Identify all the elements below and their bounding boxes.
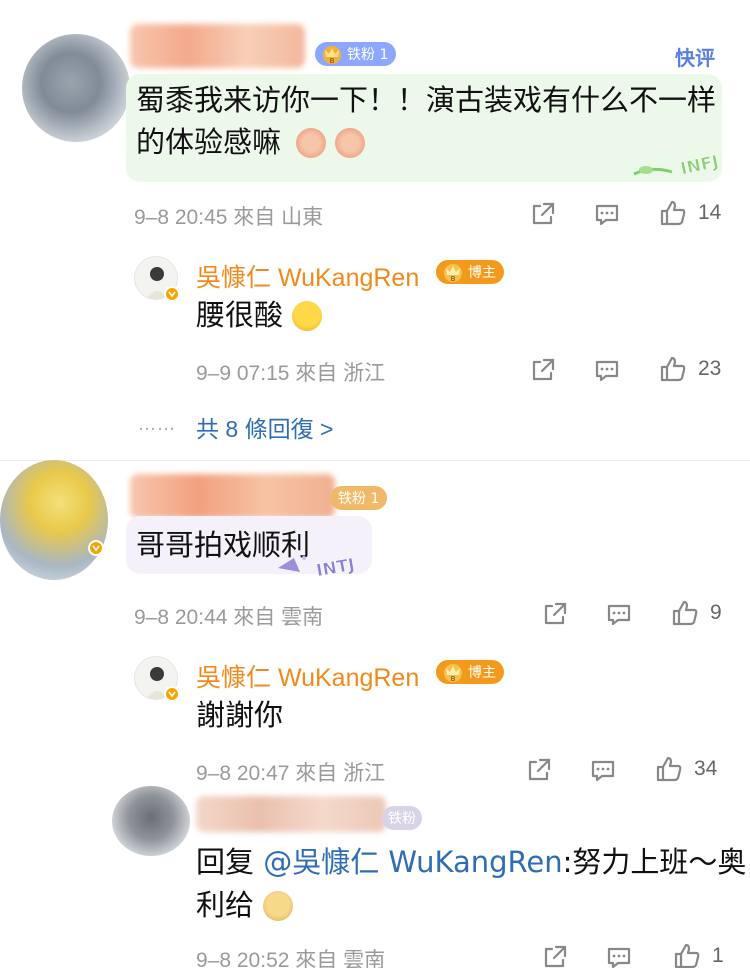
fan-badge: 铁粉 — [382, 806, 422, 830]
like-count: 9 — [710, 601, 722, 624]
comment-icon[interactable] — [604, 599, 634, 629]
mbti-sticker: INTJ — [272, 546, 376, 582]
commenter-avatar[interactable] — [0, 460, 108, 580]
reply2-prefix: 回复 — [196, 845, 264, 879]
host-badge: B 博主 — [436, 660, 504, 684]
like-icon[interactable] — [672, 941, 702, 968]
commenter-name-blurred[interactable] — [130, 474, 335, 518]
comment-meta: 9–8 20:45 來自 山東 — [134, 206, 324, 229]
comment-icon[interactable] — [592, 199, 622, 229]
reply-author-name[interactable]: 吳慷仁 WuKangRen — [196, 658, 419, 694]
reply-text: 謝謝你 — [196, 698, 284, 732]
svg-text:INFJ: INFJ — [679, 152, 721, 180]
comment-text-line1: 蜀黍我来访你一下！！演古装戏有什么不一样 — [136, 83, 717, 117]
emoji-icon — [296, 128, 327, 158]
share-icon[interactable] — [524, 755, 554, 785]
like-count: 14 — [698, 201, 722, 224]
share-icon[interactable] — [540, 599, 570, 629]
like-icon[interactable] — [658, 354, 688, 384]
reply2-text-part2: 利给 — [196, 888, 255, 922]
host-badge-label: 博主 — [468, 665, 496, 681]
reply-text: 腰很酸 — [196, 298, 284, 332]
fan-badge-label: 铁粉 — [388, 811, 416, 827]
svg-text:INTJ: INTJ — [315, 555, 356, 581]
crown-icon: B — [440, 660, 466, 684]
like-count: 23 — [698, 357, 722, 380]
comment-icon[interactable] — [592, 355, 622, 385]
fan-badge-label: 铁粉 1 — [347, 47, 389, 63]
reply-author-name[interactable]: 吳慷仁 WuKangRen — [196, 258, 419, 294]
svg-text:B: B — [451, 275, 456, 283]
verified-badge-icon — [164, 286, 180, 302]
mention-link[interactable]: @吳慷仁 WuKangRen — [263, 845, 562, 879]
fan-badge: B 铁粉 1 — [315, 42, 397, 66]
comment-text-line2: 的体验感嘛 — [136, 125, 282, 159]
mbti-sticker: INFJ — [632, 144, 728, 180]
reply2-meta: 9–8 20:52 來自 雲南 — [196, 949, 386, 968]
verified-badge-icon — [164, 686, 180, 702]
host-badge-label: 博主 — [468, 265, 496, 281]
comment-text-line2-wrap: 的体验感嘛 — [136, 121, 366, 163]
quick-comment-label[interactable]: 快评 — [675, 42, 715, 71]
comment-2: 铁粉 1 哥哥拍戏顺利 INTJ 9–8 20:44 來自 雲南 9 吳慷仁 W… — [0, 460, 750, 968]
commenter-name-blurred[interactable] — [130, 24, 305, 68]
svg-text:B: B — [451, 675, 456, 683]
reply2-text-line1: 回复 @吳慷仁 WuKangRen:努力上班～奥 — [196, 841, 746, 883]
crown-icon: B — [319, 42, 345, 66]
like-icon[interactable] — [670, 598, 700, 628]
fan-badge-label: 铁粉 1 — [338, 491, 380, 507]
like-count: 1 — [712, 944, 724, 967]
verified-badge-icon — [88, 540, 104, 556]
crown-icon: B — [440, 260, 466, 284]
like-icon[interactable] — [658, 198, 688, 228]
laughing-emoji-icon — [292, 301, 323, 331]
more-dots: …… — [138, 414, 176, 435]
emoji-icon — [335, 128, 366, 158]
svg-text:B: B — [330, 57, 335, 65]
share-icon[interactable] — [528, 199, 558, 229]
share-icon[interactable] — [528, 355, 558, 385]
host-badge: B 博主 — [436, 260, 504, 284]
replier-avatar[interactable] — [112, 786, 190, 856]
like-icon[interactable] — [654, 754, 684, 784]
replier-name-blurred[interactable] — [196, 796, 386, 832]
doge-emoji-icon — [263, 891, 294, 921]
comment-icon[interactable] — [604, 942, 634, 968]
reply-meta: 9–8 20:47 來自 浙江 — [196, 762, 386, 785]
comment-meta: 9–8 20:44 來自 雲南 — [134, 606, 324, 629]
comment-1: B 铁粉 1 快评 蜀黍我来访你一下！！演古装戏有什么不一样 的体验感嘛 INF… — [0, 0, 750, 460]
commenter-avatar[interactable] — [22, 34, 130, 142]
more-replies-link[interactable]: 共 8 條回復 > — [196, 410, 333, 444]
reply2-text-line2: 利给 — [196, 884, 294, 926]
reply2-text-part1: :努力上班～奥 — [562, 845, 747, 879]
fan-badge: 铁粉 1 — [330, 486, 388, 510]
reply-meta: 9–9 07:15 來自 浙江 — [196, 362, 386, 385]
like-count: 34 — [694, 757, 718, 780]
comment-icon[interactable] — [588, 755, 618, 785]
share-icon[interactable] — [540, 942, 570, 968]
reply-text-wrap: 腰很酸 — [196, 294, 323, 336]
